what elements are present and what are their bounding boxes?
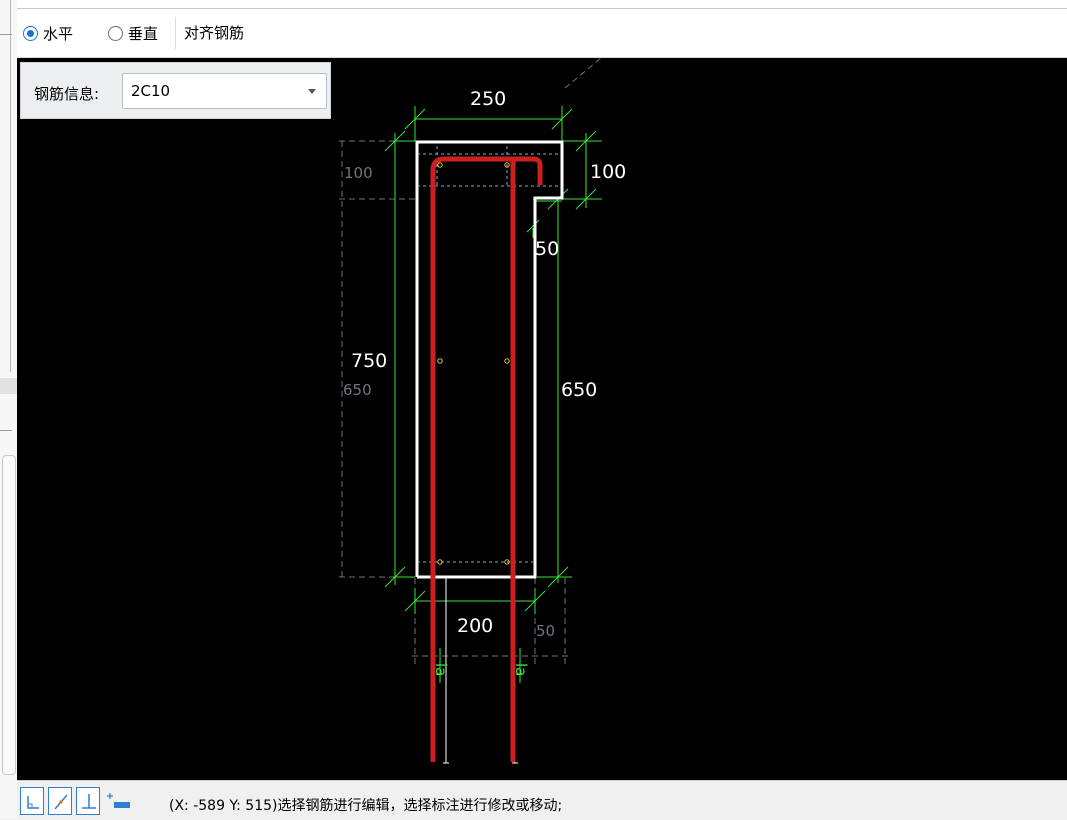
rebar-info-select[interactable]: 2C10	[122, 73, 327, 109]
line-snap-button[interactable]	[48, 787, 72, 815]
anchor-label-right: la	[512, 663, 530, 676]
toolbar: 水平 垂直 对齐钢筋	[17, 9, 1067, 58]
rebar-info-panel: 钢筋信息: 2C10	[20, 62, 331, 119]
anchor-reference-lines	[443, 578, 518, 764]
anchor-label-left: la	[432, 663, 450, 676]
chevron-down-icon	[308, 89, 316, 94]
dim-total-height[interactable]: 750	[351, 350, 387, 372]
radio-vertical[interactable]: 垂直	[108, 23, 158, 43]
dim-bottom-right-grey: 50	[536, 622, 555, 640]
status-message: (X: -589 Y: 515)选择钢筋进行编辑，选择标注进行修改或移动;	[169, 798, 563, 814]
dim-bottom-width[interactable]: 200	[457, 615, 493, 637]
radio-horizontal-label: 水平	[43, 24, 74, 43]
tree-tick	[0, 34, 12, 35]
dim-left-top-grey: 100	[344, 164, 373, 182]
dimension-icon	[107, 793, 130, 808]
left-side-panel	[0, 0, 18, 819]
dim-left-grey-height: 650	[343, 381, 372, 399]
anchor-guides	[439, 648, 521, 683]
drawing-canvas[interactable]: 250 100 100 50 750 650 650 200 50 la la	[17, 58, 1067, 780]
tree-tick	[0, 430, 12, 431]
panel-splitter[interactable]	[0, 378, 17, 394]
section-drawing: 250 100 100 50 750 650 650 200 50 la la	[339, 58, 626, 764]
radio-unselected-icon	[108, 25, 123, 41]
cover-lines	[417, 146, 560, 563]
status-bar: (X: -589 Y: 515)选择钢筋进行编辑，选择标注进行修改或移动;	[17, 780, 1067, 820]
corner-snap-icon	[27, 796, 39, 809]
line-snap-icon	[54, 794, 68, 810]
radio-vertical-label: 垂直	[128, 24, 159, 43]
radio-selected-icon	[23, 25, 38, 41]
dim-step[interactable]: 50	[535, 238, 559, 260]
side-sub-panel	[2, 455, 16, 775]
rebar-info-value: 2C10	[131, 82, 171, 100]
perpendicular-snap-icon	[82, 794, 96, 809]
radio-horizontal[interactable]: 水平	[23, 23, 73, 43]
panel-divider	[10, 0, 11, 372]
perpendicular-snap-button[interactable]	[76, 787, 100, 815]
window-top-border	[17, 0, 1067, 9]
rebar-info-label: 钢筋信息:	[34, 85, 100, 103]
corner-snap-button[interactable]	[20, 787, 44, 815]
dimension-button[interactable]	[104, 787, 164, 815]
dim-right-height[interactable]: 650	[561, 379, 597, 401]
align-rebar-button[interactable]: 对齐钢筋	[175, 17, 253, 49]
dim-top-right-height[interactable]: 100	[590, 161, 626, 183]
dim-top-width[interactable]: 250	[470, 88, 506, 110]
rebar-points	[437, 162, 510, 565]
